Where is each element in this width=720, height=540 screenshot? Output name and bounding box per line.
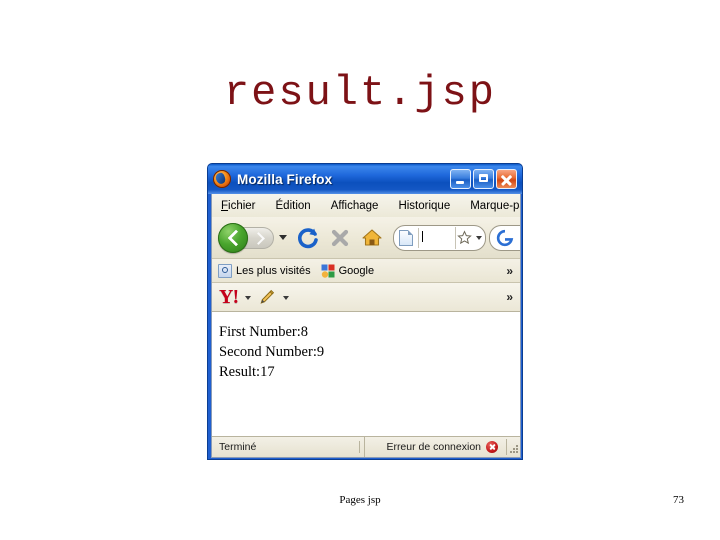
browser-window: Mozilla Firefox Fichier Édition Affichag… (207, 163, 523, 460)
page-title: result.jsp (223, 69, 497, 117)
bookmark-star-group[interactable] (455, 226, 485, 249)
menu-item-fichier[interactable]: Fichier (221, 200, 256, 212)
google-icon (321, 264, 335, 278)
menu-item-historique[interactable]: Historique (398, 200, 450, 212)
reload-icon[interactable] (293, 223, 323, 253)
yahoo-overflow-button[interactable]: » (506, 290, 513, 304)
chevron-down-icon[interactable] (279, 235, 287, 240)
content-line-result: Result:17 (219, 364, 275, 380)
bookmark-google-label: Google (338, 264, 375, 277)
chevron-down-icon[interactable] (245, 296, 252, 300)
url-value[interactable] (418, 227, 455, 248)
resize-grip-icon[interactable] (506, 439, 520, 455)
menu-item-fichier-label: ichier (228, 199, 256, 212)
status-bar: Terminé Erreur de connexion (212, 436, 520, 457)
yahoo-logo-icon[interactable]: Y! (219, 287, 239, 307)
menu-item-marque-pages-label: Marque-pages (470, 199, 520, 212)
url-input[interactable] (393, 224, 486, 251)
chevron-down-icon[interactable] (476, 235, 482, 240)
minimize-button[interactable] (450, 169, 471, 189)
bookmark-google[interactable]: Google (321, 264, 374, 278)
page-content: First Number:8 Second Number:9 Result:17 (212, 312, 520, 436)
bookmarks-overflow-button[interactable]: » (506, 264, 513, 278)
maximize-button[interactable] (473, 169, 494, 189)
back-arrow-icon[interactable] (218, 222, 248, 253)
menu-item-historique-label: Historique (398, 199, 451, 212)
window-client-area: Fichier Édition Affichage Historique Mar… (211, 194, 521, 458)
slide-page-number: 73 (673, 494, 684, 506)
yahoo-toolbar: Y! » (212, 283, 520, 312)
window-titlebar[interactable]: Mozilla Firefox (208, 164, 522, 194)
back-forward-group (218, 222, 287, 253)
search-input[interactable] (489, 224, 520, 251)
menu-bar: Fichier Édition Affichage Historique Mar… (212, 194, 520, 217)
caption-buttons (450, 169, 517, 189)
chevron-down-icon[interactable] (283, 296, 290, 300)
firefox-logo-icon (213, 170, 231, 188)
menu-item-edition[interactable]: Édition (276, 200, 311, 212)
bookmark-les-plus-visites-label: Les plus visités (236, 264, 311, 277)
connection-status-label: Erreur de connexion (386, 441, 481, 453)
bookmarks-toolbar: Les plus visités Google » (212, 259, 520, 283)
window-title: Mozilla Firefox (237, 171, 333, 187)
close-button[interactable] (496, 169, 517, 189)
menu-item-affichage[interactable]: Affichage (331, 200, 379, 212)
stop-icon[interactable] (325, 223, 355, 253)
bookmark-les-plus-visites[interactable]: Les plus visités (218, 263, 311, 278)
menu-item-affichage-label: Affichage (330, 199, 379, 212)
slide: result.jsp Mozilla Firefox Fichier Éditi… (0, 0, 720, 540)
home-icon[interactable] (357, 223, 387, 253)
most-visited-icon (218, 263, 232, 278)
content-line-first-number: First Number:8 (219, 324, 309, 340)
text-cursor (422, 230, 423, 242)
google-g-icon (496, 229, 514, 246)
menu-item-edition-label: Édition (275, 199, 311, 212)
content-line-second-number: Second Number:9 (219, 344, 325, 360)
pencil-icon (260, 289, 275, 304)
status-text: Terminé (212, 441, 360, 453)
navigation-toolbar (212, 217, 520, 259)
menu-item-marque-pages[interactable]: Marque-pages (470, 200, 520, 212)
connection-status[interactable]: Erreur de connexion (365, 441, 502, 453)
slide-footer-label: Pages jsp (339, 494, 381, 506)
page-icon (399, 229, 413, 246)
error-icon[interactable] (486, 441, 498, 453)
star-icon (457, 230, 472, 245)
